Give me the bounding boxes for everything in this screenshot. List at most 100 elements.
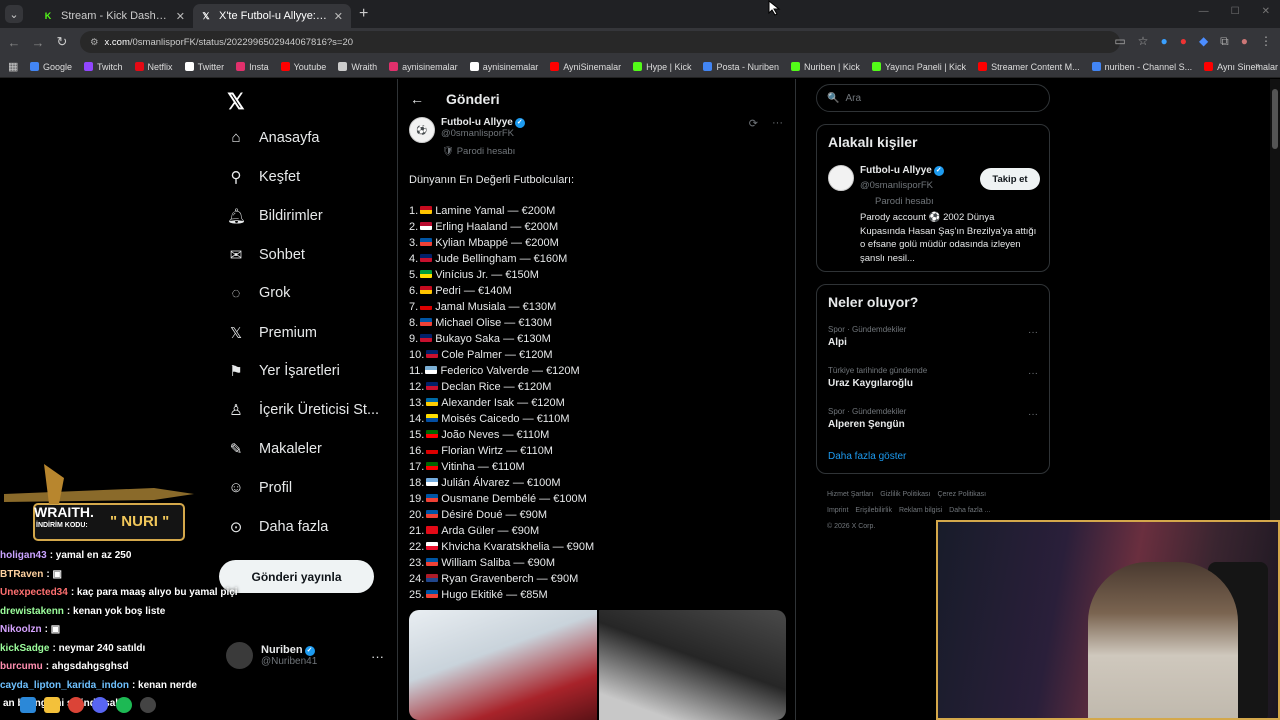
star-bookmark-icon[interactable]: ☆ [1138,34,1149,49]
footer-link[interactable]: Imprint [827,507,848,514]
follow-button[interactable]: Takip et [980,168,1040,190]
separator: — [549,541,567,553]
nav-item-bookmark[interactable]: ⚑ Yer İşaretleri [227,362,340,380]
tab-kick-dashboard[interactable]: K Stream - Kick Dashboard ✕ [35,4,193,28]
discord-icon[interactable] [92,697,108,713]
bookmark-favicon-icon [1091,62,1101,71]
extensions-puzzle-icon[interactable]: ⧉ [1220,34,1229,49]
file-explorer-icon[interactable] [44,697,60,713]
bookmark-item[interactable]: Posta - Nuriben [703,62,779,72]
search-input[interactable]: 🔍 Ara [816,84,1050,112]
new-tab-button[interactable]: + [359,5,368,23]
minimize-button[interactable]: — [1199,6,1209,17]
profile-avatar-icon[interactable]: ● [1241,34,1248,49]
forward-arrow-icon[interactable]: → [26,35,50,50]
bookmark-item[interactable]: aynisinemalar [389,62,458,72]
footer-link[interactable]: Çerez Politikası [937,491,986,498]
bookmark-item[interactable]: nuriben - Channel S... [1091,62,1192,72]
post-media[interactable] [409,610,786,720]
bookmark-item[interactable]: Aynı Sinemalar - Ça... [1204,62,1280,72]
nav-item-search[interactable]: ⚲ Keşfet [227,168,301,186]
reload-icon[interactable]: ↻ [50,34,74,50]
related-title: Alakalı kişiler [828,134,918,150]
extension-shield-icon[interactable]: ◆ [1199,34,1208,49]
footer-link[interactable]: Daha fazla ... [949,507,990,514]
post-author[interactable]: ⚽ Futbol-u Allyye ✓ @0smanlisporFK [409,117,525,143]
extension-red-icon[interactable]: ● [1180,34,1187,49]
author-name[interactable]: Futbol-u Allyye ✓ [441,117,525,128]
scrollbar-thumb[interactable] [1272,89,1278,149]
apps-grid-icon[interactable]: ▦ [8,60,18,73]
bookmark-item[interactable]: Wraith [338,62,377,72]
window-controls: — ☐ ✕ [1199,6,1270,17]
cast-icon[interactable]: ▭ [1114,34,1125,49]
nav-item-x-premium[interactable]: 𝕏 Premium [227,324,317,342]
site-info-icon[interactable]: ⚙ [90,37,99,48]
bookmark-item[interactable]: Nuriben | Kick [790,62,860,72]
nav-item-bell[interactable]: 🔔︎ Bildirimler [227,207,323,225]
account-more-icon[interactable]: ··· [371,649,384,664]
show-more-link[interactable]: Daha fazla göster [828,451,906,462]
bookmark-item[interactable]: Google [30,62,72,72]
bookmark-item[interactable]: Netflix [134,62,173,72]
bookmark-item[interactable]: Twitch [84,62,123,72]
post-image-1[interactable] [409,610,597,720]
bookmark-item[interactable]: Yayıncı Paneli | Kick [871,62,966,72]
x-logo-icon[interactable]: 𝕏 [227,89,245,115]
player-name: Hugo Ekitiké [441,589,504,601]
nav-item-profile[interactable]: ☺ Profil [227,479,292,496]
tab-x-post[interactable]: 𝕏 X'te Futbol-u Allyye: "Dünyanın ✕ [193,4,351,28]
nav-item-home[interactable]: ⌂ Anasayfa [227,129,319,146]
footer-link[interactable]: © 2026 X Corp. [827,523,875,530]
bookmark-item[interactable]: Twitter [184,62,224,72]
extension-blue-icon[interactable]: ● [1160,34,1167,49]
obs-icon[interactable] [140,697,156,713]
back-arrow-icon[interactable]: ← [410,91,430,107]
country-flag-icon [426,526,439,534]
windows-start-icon[interactable] [20,697,36,713]
nav-item-mail[interactable]: ✉ Sohbet [227,246,305,264]
bookmark-item[interactable]: Youtube [280,62,326,72]
bookmark-item[interactable]: Insta [236,62,269,72]
author-avatar[interactable]: ⚽ [409,117,435,143]
spotify-icon[interactable] [116,697,132,713]
more-options-icon[interactable]: ··· [772,117,783,130]
bookmark-item[interactable]: Streamer Content M... [978,62,1080,72]
trend-more-icon[interactable]: ··· [1028,368,1038,379]
grok-icon[interactable]: ⟳ [749,117,758,130]
player-rank: 5. [409,269,419,281]
footer-link[interactable]: Reklam bilgisi [899,507,942,514]
address-bar[interactable]: ⚙ x.com/0smanlisporFK/status/20229965029… [80,31,1120,53]
x-premium-icon: 𝕏 [229,324,243,342]
post-image-2[interactable] [598,610,786,720]
trend-item[interactable]: Spor · Gündemdekiler Alperen Şengün ··· [828,407,1038,430]
trend-more-icon[interactable]: ··· [1028,409,1038,420]
related-name[interactable]: Futbol-u Allyye ✓ [860,165,944,176]
trend-more-icon[interactable]: ··· [1028,327,1038,338]
bookmarks-overflow-icon[interactable]: » [1255,60,1260,70]
back-arrow-icon[interactable]: ← [2,35,26,50]
footer-link[interactable]: Erişilebilirlik [855,507,892,514]
bookmark-item[interactable]: AyniSinemalar [550,62,621,72]
footer-link[interactable]: Gizlilik Politikası [880,491,930,498]
bookmark-item[interactable]: aynisinemalar [469,62,538,72]
player-value: €120M [531,397,565,409]
country-flag-icon [426,382,439,390]
browser-menu-icon[interactable]: ⋮ [1260,34,1272,49]
close-tab-icon[interactable]: ✕ [176,10,185,23]
close-window-button[interactable]: ✕ [1262,6,1270,17]
nav-item-creator[interactable]: ♙ İçerik Üreticisi St... [227,401,379,419]
footer-link[interactable]: Hizmet Şartları [827,491,873,498]
related-avatar[interactable] [828,165,854,191]
nav-item-article[interactable]: ✎ Makaleler [227,440,322,458]
nav-item-grok[interactable]: ◌ Grok [227,285,291,302]
trend-item[interactable]: Spor · Gündemdekiler Alpi ··· [828,325,1038,348]
nav-item-more-circle[interactable]: ⊙ Daha fazla [227,518,329,536]
maximize-button[interactable]: ☐ [1231,6,1240,17]
chrome-icon[interactable] [68,697,84,713]
tab-search-button[interactable]: ⌄ [5,5,23,23]
trend-item[interactable]: Türkiye tarihinde gündemde Uraz Kaygılaro… [828,366,1038,389]
close-tab-icon[interactable]: ✕ [334,10,343,23]
nav-item-label: Grok [259,285,291,302]
bookmark-item[interactable]: Hype | Kick [633,62,691,72]
